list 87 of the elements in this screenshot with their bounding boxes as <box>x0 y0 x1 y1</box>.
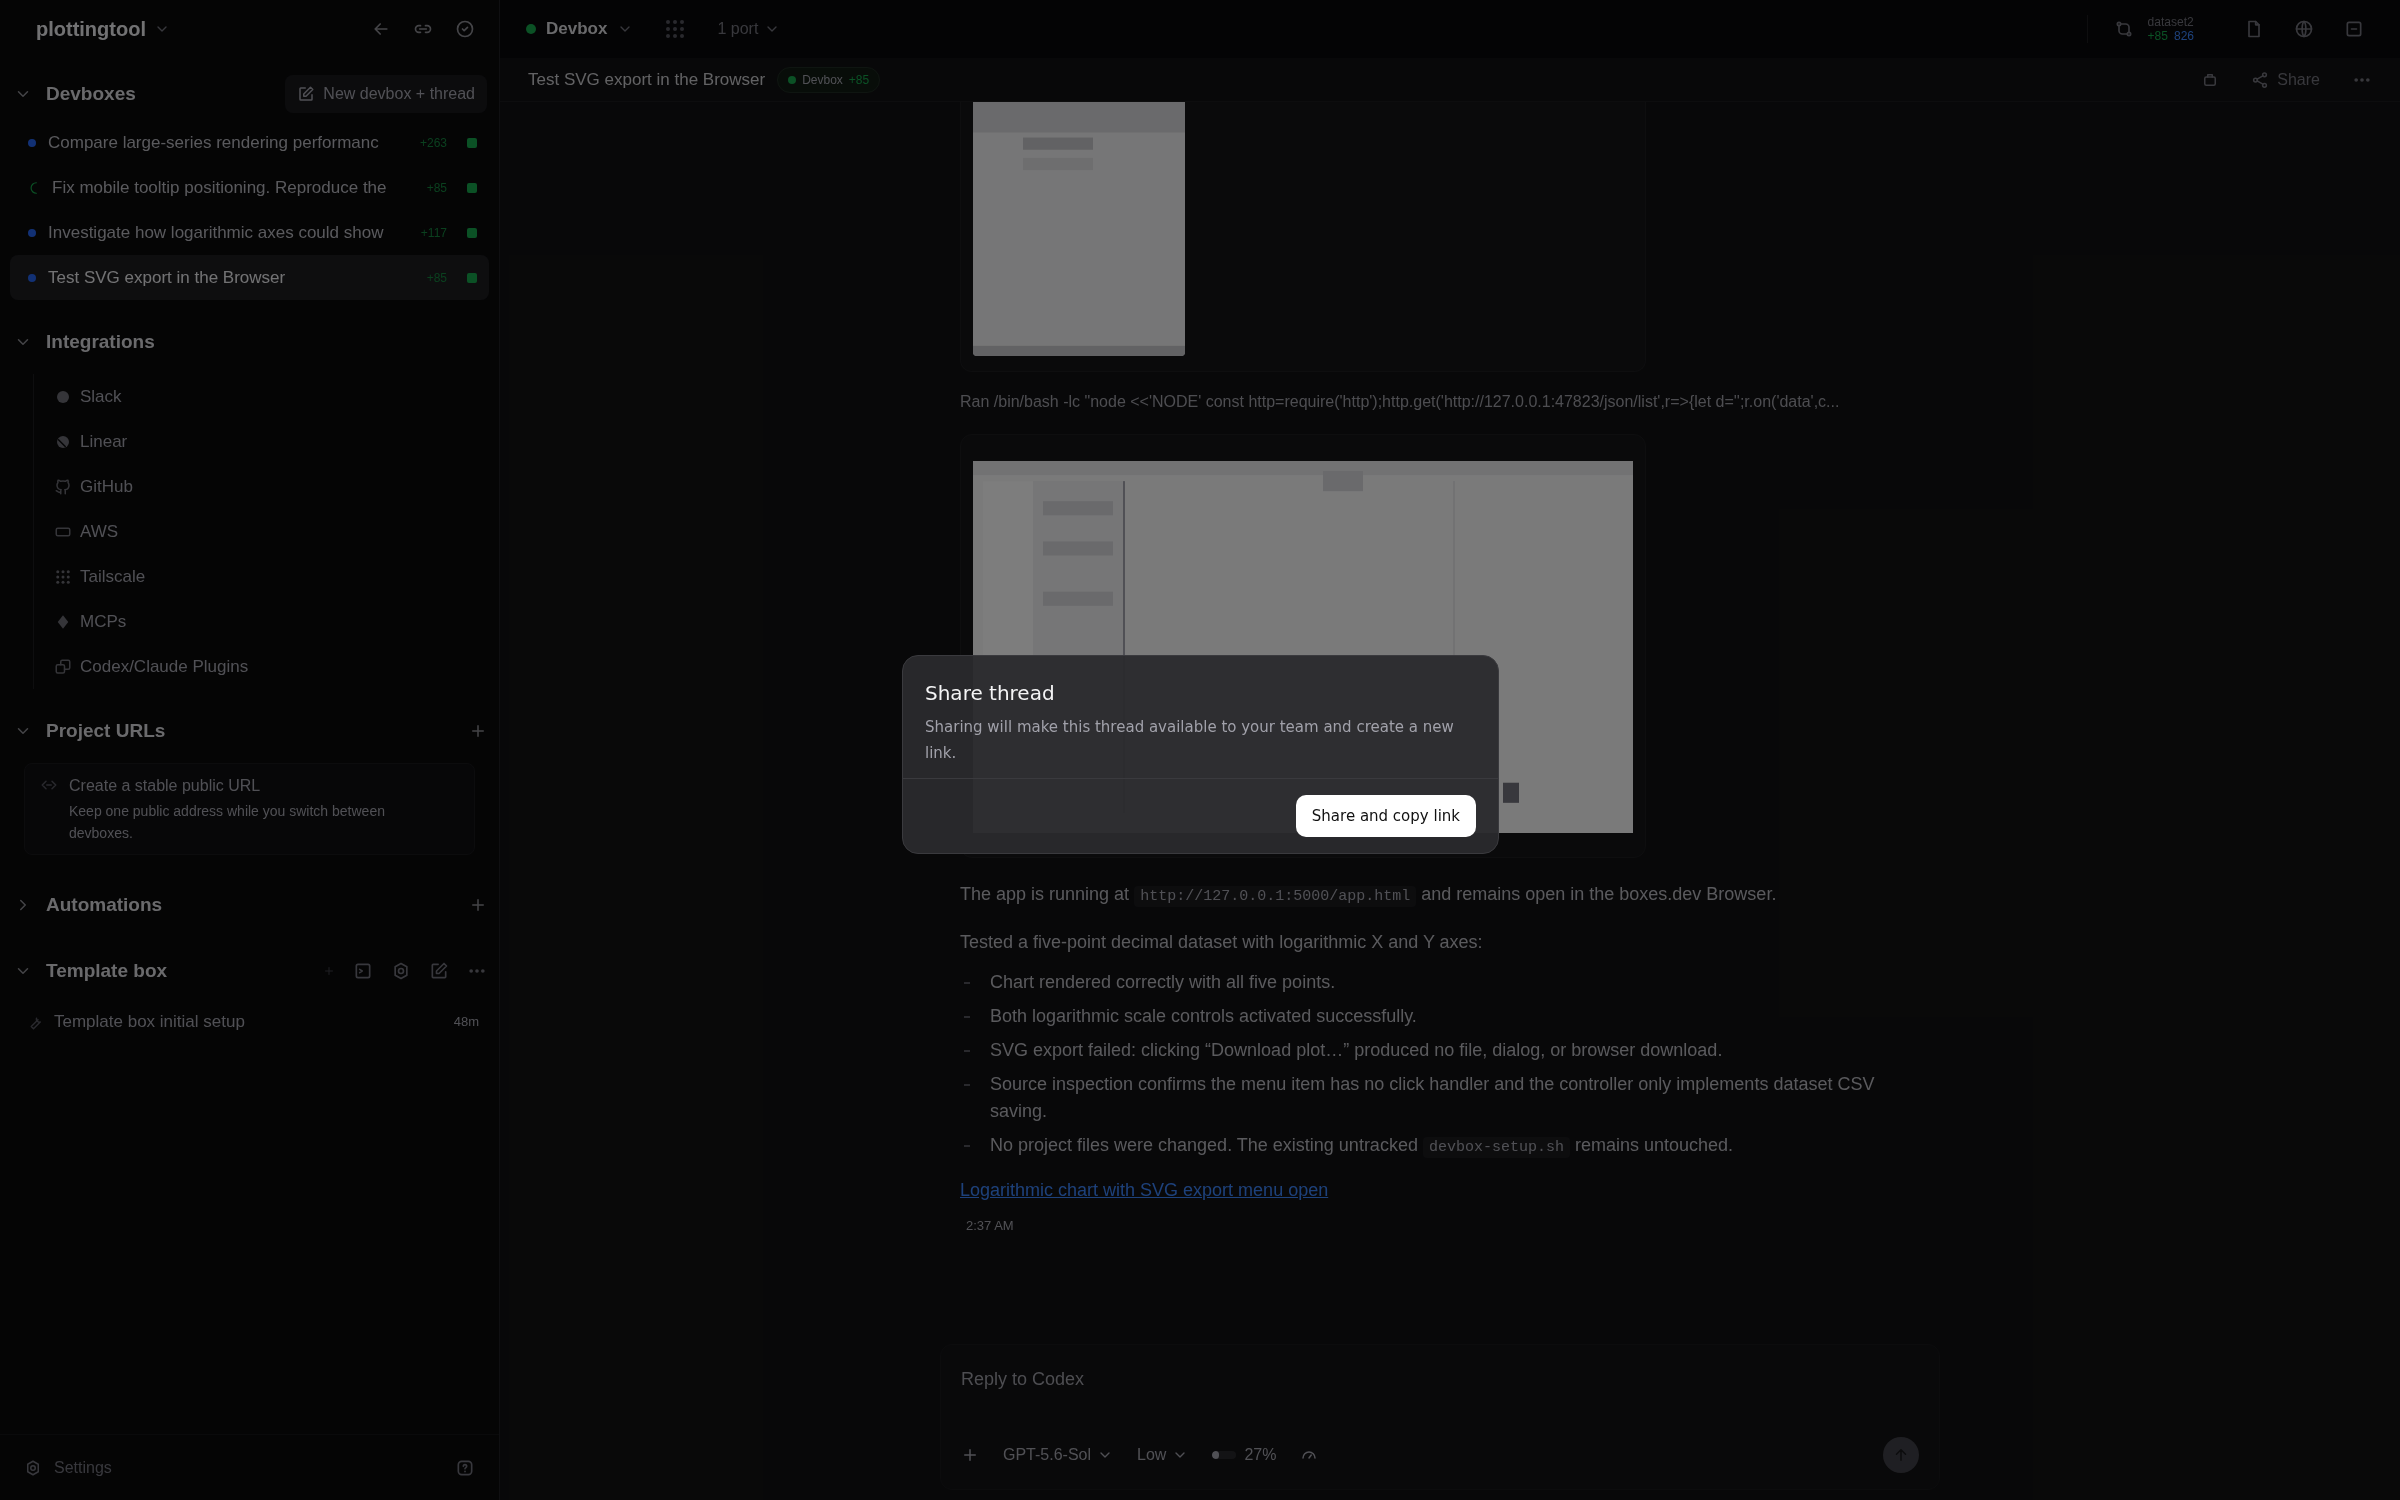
thread-title: Compare large-series rendering performanc <box>48 131 380 154</box>
diff-count: +117 <box>419 224 447 242</box>
dot-grid-icon <box>54 567 72 586</box>
status-dot-icon <box>788 75 797 84</box>
diff-count: +85 <box>425 179 447 197</box>
branch-name: dataset2 <box>2147 15 2194 29</box>
command-line: Ran /bin/bash -lc "node <<'NODE' const http=require('http');http.get('http://127.0.0.1:47823/json/list',r=>{let d='';r.on('data',c... <box>960 392 1841 412</box>
model-dropdown[interactable]: GPT-5.6-Sol <box>1003 1443 1114 1467</box>
list-item-text: SVG export failed: clicking “Download plot…” produced no file, dialog, or browser download. <box>990 1039 1723 1062</box>
integration-item[interactable]: Codex/Claude Plugins <box>54 644 499 689</box>
plugin-squares-icon <box>54 657 72 676</box>
terminal-window-icon[interactable] <box>353 961 373 981</box>
ports-dropdown[interactable]: 1 port <box>717 17 781 41</box>
effort-dropdown[interactable]: Low <box>1137 1443 1189 1467</box>
running-indicator-icon <box>467 137 477 148</box>
status-dot-icon <box>526 24 536 34</box>
integration-item[interactable]: GitHub <box>54 464 499 509</box>
running-indicator-icon <box>467 182 477 193</box>
new-devbox-button[interactable]: New devbox + thread <box>285 75 487 113</box>
github-logo-icon <box>54 477 72 496</box>
thread-time: 48m <box>453 1012 479 1031</box>
context-percent: 27% <box>1244 1445 1277 1465</box>
bullet-mark <box>964 982 970 984</box>
list-item-text: Chart rendered correctly with all five points. <box>990 971 1336 994</box>
attachment-link[interactable]: Logarithmic chart with SVG export menu open <box>960 1177 1329 1204</box>
template-thread-item[interactable]: Template box initial setup 48m <box>10 999 489 1044</box>
thread-title: Test SVG export in the Browser <box>528 68 766 91</box>
diff-count: +263 <box>418 134 447 152</box>
section-header[interactable]: Integrations <box>14 327 155 357</box>
status-dot-icon <box>28 138 36 147</box>
devbox-badge: Devbox +85 <box>777 66 881 93</box>
removed-count: 826 <box>2173 29 2194 43</box>
added-count: +85 <box>2147 29 2168 43</box>
devbox-thread-item[interactable]: Investigate how logarithmic axes could show +117 <box>10 210 489 255</box>
section-header[interactable]: Project URLs <box>14 716 166 746</box>
integration-item[interactable]: MCPs <box>54 599 499 644</box>
section-header[interactable]: Template box <box>14 956 168 986</box>
thread-title: Test SVG export in the Browser <box>48 266 287 289</box>
dialog-title: Share thread <box>925 680 1056 707</box>
plus-icon <box>469 896 487 914</box>
section-header[interactable]: Devboxes <box>14 79 136 109</box>
project-switcher[interactable]: plottingtool <box>36 14 170 44</box>
bullet-mark <box>964 1145 970 1147</box>
devbox-thread-item[interactable]: Fix mobile tooltip positioning. Reproduce the +85 <box>10 165 489 210</box>
public-url-card[interactable]: Create a stable public URL Keep one public address while you switch between devboxes. <box>24 763 475 855</box>
integration-item[interactable]: Slack <box>54 374 499 419</box>
message-paragraph: Tested a five-point decimal dataset with logarithmic X and Y axes: <box>960 931 1484 954</box>
add-button[interactable] <box>469 896 487 914</box>
edit-icon <box>297 85 316 103</box>
list-item-text: Both logarithmic scale controls activated successfully. <box>990 1005 1417 1028</box>
plus-icon <box>469 722 487 740</box>
devbox-switcher[interactable]: Devbox <box>526 16 634 42</box>
running-indicator-icon <box>467 272 477 283</box>
settings-icon[interactable] <box>391 961 411 981</box>
dialog-description: Sharing will make this thread available to your team and create a new link. <box>925 717 1455 764</box>
integration-item[interactable]: Tailscale <box>54 554 499 599</box>
add-button[interactable] <box>469 722 487 740</box>
reply-input-field[interactable]: Reply to Codex <box>961 1363 1919 1395</box>
globe-icon[interactable] <box>2294 19 2314 39</box>
section-header[interactable]: Automations <box>14 890 163 920</box>
list-item-text: No project files were changed. The existing untracked devbox-setup.sh remains untouched. <box>990 1134 1734 1160</box>
thread-title: Investigate how logarithmic axes could show <box>48 221 385 244</box>
plus-icon[interactable] <box>961 1446 979 1464</box>
devbox-thread-item[interactable]: Compare large-series rendering performanc +263 <box>10 120 489 165</box>
bullet-mark <box>964 1084 970 1086</box>
integration-item[interactable]: AWS <box>54 509 499 554</box>
card-title: Create a stable public URL <box>69 776 262 796</box>
message-time: 2:37 AM <box>966 1217 1014 1235</box>
status-dot-icon <box>28 273 36 282</box>
spinner-icon <box>28 180 40 195</box>
bullet-mark <box>964 1016 970 1018</box>
settings-icon <box>24 1458 42 1477</box>
thread-title: Fix mobile tooltip positioning. Reproduce the <box>52 176 388 199</box>
share-copy-link-button[interactable]: Share and copy link <box>1295 795 1476 837</box>
running-indicator-icon <box>467 227 477 238</box>
thread-title: Template box initial setup <box>54 1010 246 1033</box>
message-paragraph: The app is running at http://127.0.0.1:5000/app.html and remains open in the boxes.dev Browser. <box>960 883 1778 909</box>
edit-icon[interactable] <box>429 961 449 981</box>
status-dot-icon <box>28 228 36 237</box>
panel-icon[interactable] <box>2344 19 2364 39</box>
card-description: Keep one public address while you switch between devboxes. <box>69 802 386 843</box>
settings-button[interactable]: Settings <box>24 1455 112 1480</box>
bullet-mark <box>964 1050 970 1052</box>
send-button[interactable] <box>1883 1437 1919 1473</box>
list-item-text: Source inspection confirms the menu item has no click handler and the controller only implements dataset CSV saving. <box>990 1073 1876 1123</box>
integration-item[interactable]: Linear <box>54 419 499 464</box>
share-icon <box>2251 70 2270 89</box>
